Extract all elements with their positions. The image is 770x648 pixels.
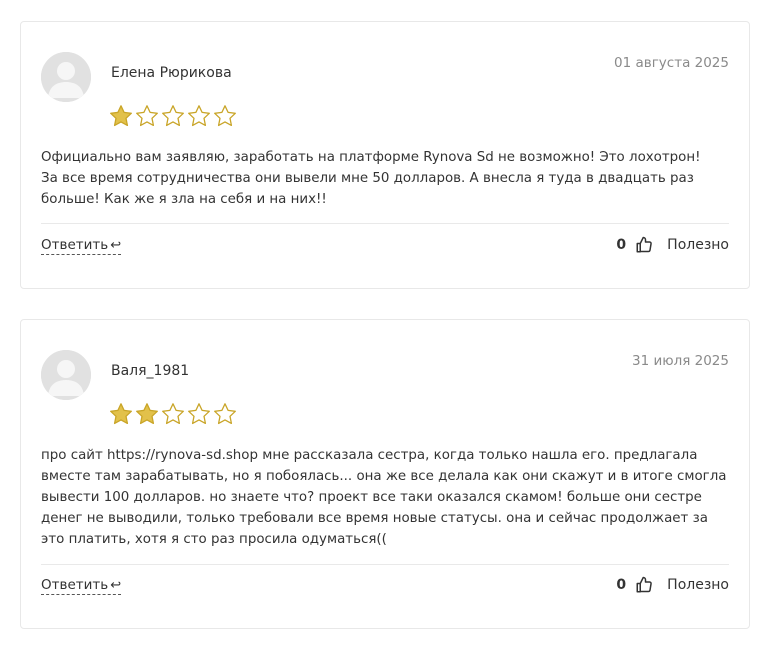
reply-arrow-icon: ↩ <box>110 238 122 253</box>
star-filled-icon <box>110 403 132 425</box>
thumbs-up-icon[interactable] <box>635 576 653 594</box>
thumbs-up-icon[interactable] <box>635 236 653 254</box>
review-author: Елена Рюрикова <box>111 65 232 81</box>
reply-button[interactable]: Ответить ↩ <box>41 577 122 595</box>
review-text-line: вместе там зарабатывать, но я побоялась.… <box>41 469 727 484</box>
star-empty-icon <box>136 105 158 127</box>
star-filled-icon <box>136 403 158 425</box>
user-avatar-icon <box>41 350 91 400</box>
review-text-line: За все время сотрудничества они вывели м… <box>41 171 694 186</box>
helpful-count: 0 <box>616 237 627 253</box>
star-empty-icon <box>214 105 236 127</box>
helpful-button[interactable]: Полезно <box>667 577 729 593</box>
reply-arrow-icon: ↩ <box>110 578 122 593</box>
review-text: про сайт https://rynova-sd.shop мне расс… <box>41 445 731 550</box>
avatar <box>41 52 91 102</box>
star-empty-icon <box>162 105 184 127</box>
star-empty-icon <box>188 105 210 127</box>
avatar <box>41 350 91 400</box>
review-date: 01 августа 2025 <box>614 55 729 71</box>
reply-label: Ответить <box>41 577 109 593</box>
helpful-vote: 0 Полезно <box>616 236 729 254</box>
review-text: Официально вам заявляю, заработать на пл… <box>41 147 731 210</box>
helpful-vote: 0 Полезно <box>616 576 729 594</box>
reply-label: Ответить <box>41 237 109 253</box>
helpful-count: 0 <box>616 577 627 593</box>
star-rating <box>109 104 237 128</box>
review-text-line: про сайт https://rynova-sd.shop мне расс… <box>41 448 698 463</box>
star-empty-icon <box>214 403 236 425</box>
review-author: Валя_1981 <box>111 363 190 379</box>
reply-button[interactable]: Ответить ↩ <box>41 237 122 255</box>
divider <box>41 564 729 565</box>
divider <box>41 223 729 224</box>
review-text-line: денег не выводили, только требовали все … <box>41 511 708 526</box>
helpful-button[interactable]: Полезно <box>667 237 729 253</box>
review-card: Валя_1981 31 июля 2025 про сайт https://… <box>20 319 750 629</box>
review-text-line: больше! Как же я зла на себя и на них!! <box>41 192 327 207</box>
user-avatar-icon <box>41 52 91 102</box>
review-text-line: Официально вам заявляю, заработать на пл… <box>41 150 701 165</box>
review-card: Елена Рюрикова 01 августа 2025 Официальн… <box>20 21 750 289</box>
review-text-line: вывести 100 долларов. но знаете что? про… <box>41 490 702 505</box>
star-filled-icon <box>110 105 132 127</box>
star-empty-icon <box>162 403 184 425</box>
review-text-line: это платить, хотя я сто раз просила одум… <box>41 532 387 547</box>
star-empty-icon <box>188 403 210 425</box>
review-date: 31 июля 2025 <box>631 353 729 369</box>
star-rating <box>109 402 237 426</box>
